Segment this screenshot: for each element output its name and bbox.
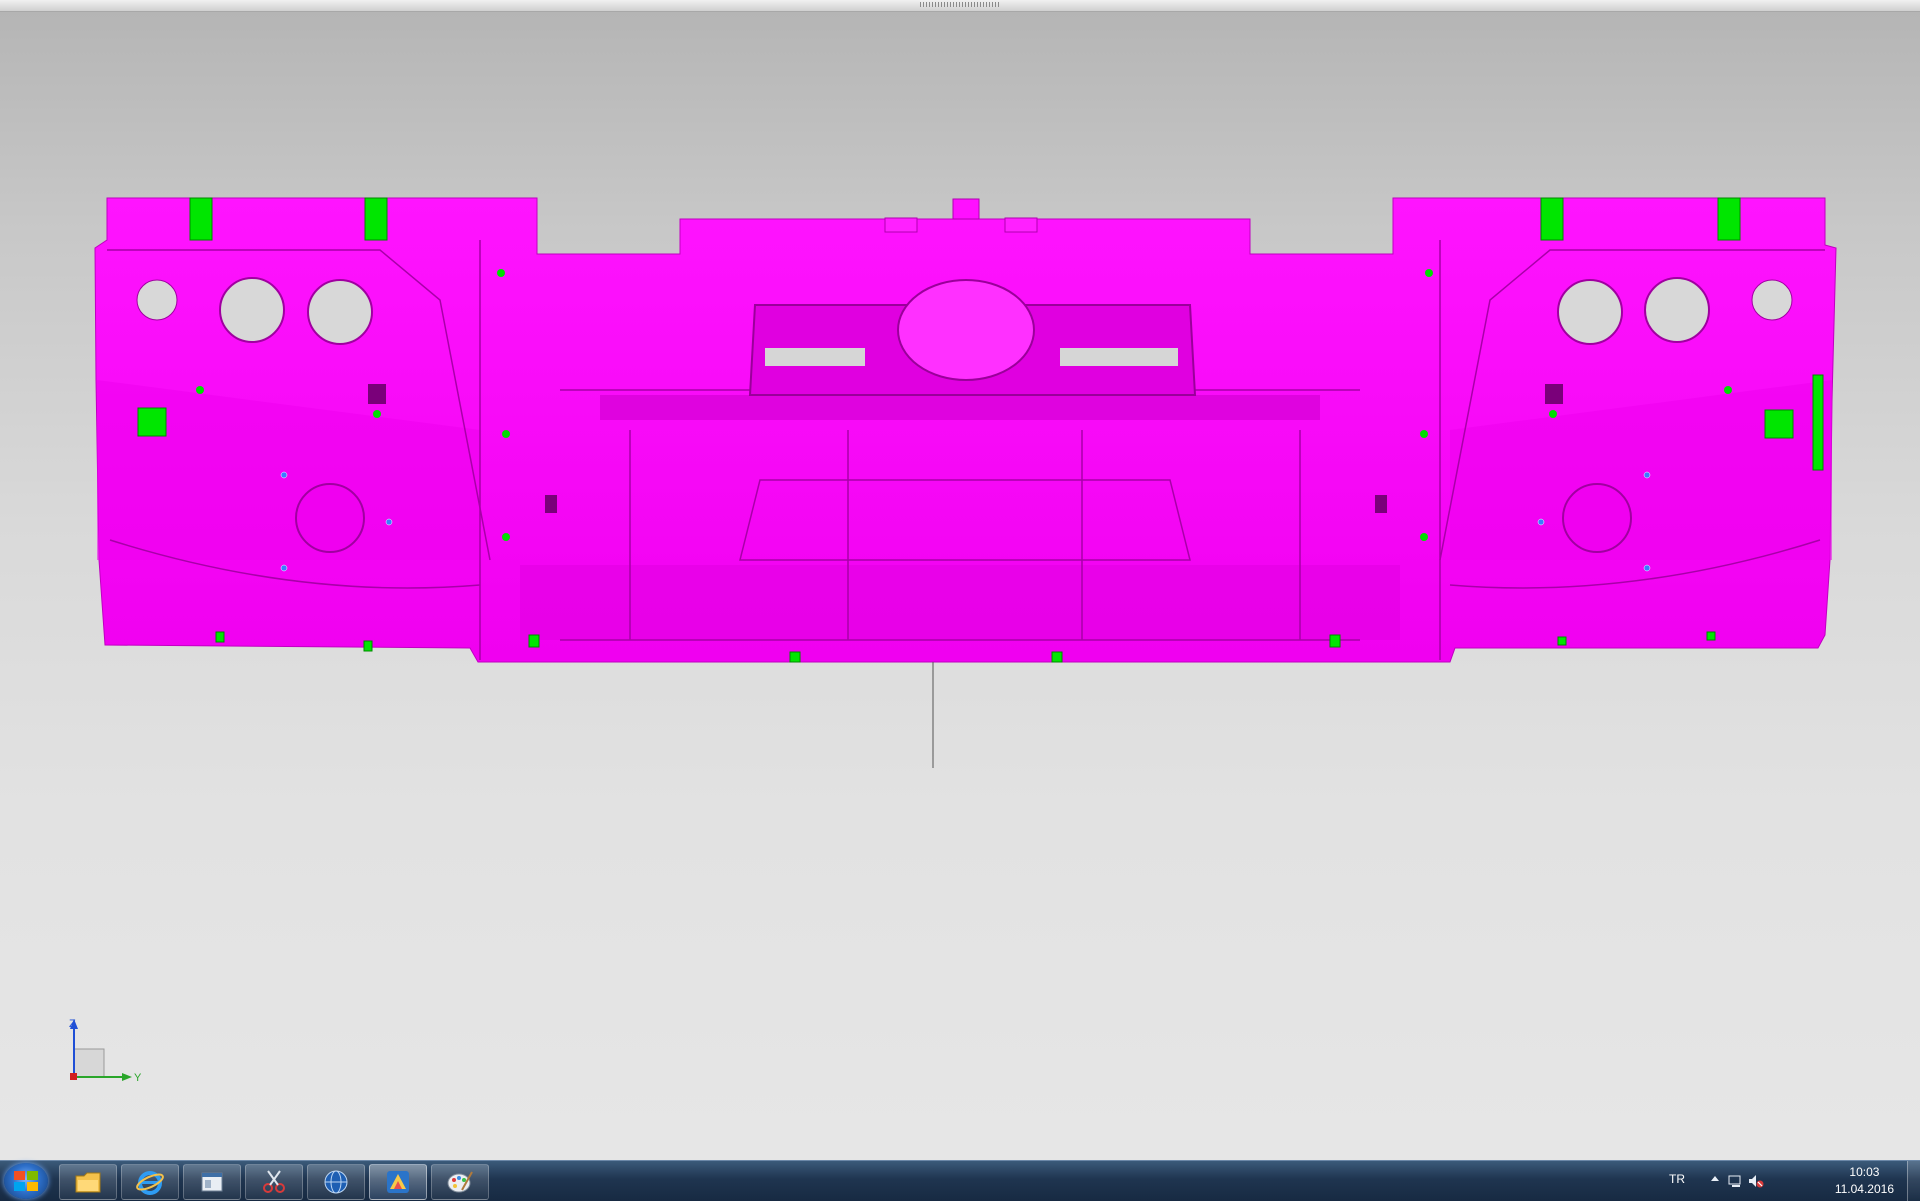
lamp-hole xyxy=(1557,279,1623,345)
taskbar-globe-button[interactable] xyxy=(307,1164,365,1200)
cad-viewport[interactable]: Z Y xyxy=(0,0,1920,1160)
internet-explorer-icon xyxy=(136,1171,164,1195)
clip xyxy=(1051,651,1063,663)
taskbar-window-button[interactable] xyxy=(183,1164,241,1200)
taskbar: TR 10:03 11.04.2016 xyxy=(0,1160,1920,1201)
lamp-hole xyxy=(136,279,178,321)
clip xyxy=(1717,197,1741,241)
show-hidden-icons-icon[interactable] xyxy=(1710,1174,1720,1184)
window-app-icon xyxy=(201,1172,223,1192)
show-desktop-button[interactable] xyxy=(1907,1161,1920,1201)
clip xyxy=(364,197,388,241)
clip xyxy=(1764,409,1794,439)
clip xyxy=(528,634,540,648)
lamp-hole xyxy=(1644,277,1710,343)
clip xyxy=(1812,374,1824,471)
clock-time: 10:03 xyxy=(1849,1165,1880,1179)
cad-app-icon xyxy=(387,1171,409,1193)
clip xyxy=(1557,636,1567,646)
clip xyxy=(137,407,167,437)
center-bracket xyxy=(952,198,980,220)
axis-triad: Z Y xyxy=(69,1018,142,1084)
clip xyxy=(1540,197,1564,241)
clock[interactable]: 10:03 11.04.2016 xyxy=(1835,1164,1894,1198)
y-axis-label: Y xyxy=(134,1072,142,1084)
volume-muted-icon[interactable] xyxy=(1748,1174,1764,1188)
clock-date: 11.04.2016 xyxy=(1834,1182,1894,1196)
z-axis-label: Z xyxy=(69,1018,76,1030)
taskbar-folder-button[interactable] xyxy=(59,1164,117,1200)
clip xyxy=(363,640,373,652)
center-boss xyxy=(897,279,1035,381)
bumper-model[interactable] xyxy=(0,0,1920,1160)
language-indicator[interactable]: TR xyxy=(1669,1172,1685,1186)
fog-lamp-recess xyxy=(1562,483,1632,553)
network-icon[interactable] xyxy=(1728,1174,1744,1188)
clip xyxy=(189,197,213,241)
taskbar-cad-button[interactable] xyxy=(369,1164,427,1200)
system-tray: TR 10:03 11.04.2016 xyxy=(1660,1161,1920,1201)
lamp-hole xyxy=(219,277,285,343)
folder-icon xyxy=(75,1172,101,1193)
globe-icon xyxy=(324,1170,348,1194)
windows-orb-icon[interactable] xyxy=(4,1163,48,1199)
snipping-tool-icon xyxy=(263,1170,285,1193)
clip xyxy=(215,631,225,643)
clip xyxy=(789,651,801,663)
paint-icon xyxy=(447,1171,473,1193)
taskbar-paint-button[interactable] xyxy=(431,1164,489,1200)
taskbar-ie-button[interactable] xyxy=(121,1164,179,1200)
clip xyxy=(1706,631,1716,641)
taskbar-snipping-button[interactable] xyxy=(245,1164,303,1200)
fog-lamp-recess xyxy=(295,483,365,553)
clip xyxy=(1329,634,1341,648)
lamp-hole xyxy=(1751,279,1793,321)
lamp-hole xyxy=(307,279,373,345)
